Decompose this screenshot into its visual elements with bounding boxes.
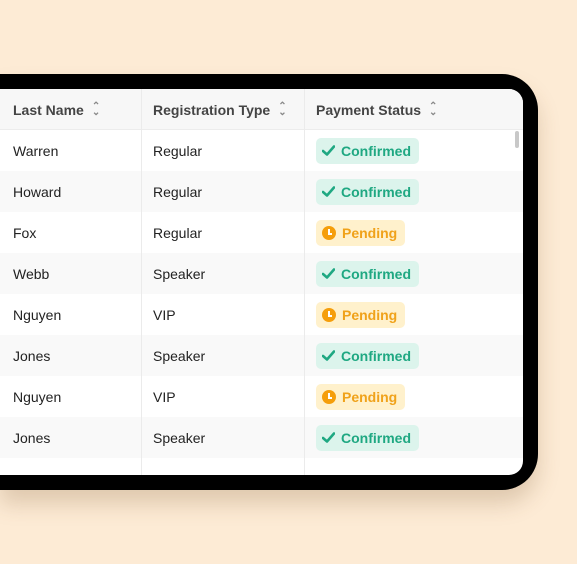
last-name-cell: Nguyen xyxy=(13,388,62,405)
column-header-last-name[interactable]: Last Name ⌃ ⌄ xyxy=(13,89,100,130)
status-badge: Pending xyxy=(316,383,406,410)
table-row[interactable]: Jones Speaker Confirmed xyxy=(0,417,523,458)
check-icon xyxy=(322,350,335,361)
status-label: Confirmed xyxy=(341,347,411,364)
table-header: Last Name ⌃ ⌄ Registration Type ⌃ ⌄ Payment … xyxy=(0,89,523,130)
table-row[interactable]: Fox Regular Pending xyxy=(0,212,523,253)
status-badge: Confirmed xyxy=(316,342,419,369)
column-divider xyxy=(141,89,142,475)
status-label: Pending xyxy=(342,306,398,323)
header-label: Payment Status xyxy=(316,101,422,118)
payment-status-cell: Pending xyxy=(316,294,406,335)
registration-type-cell: Speaker xyxy=(153,429,206,446)
clock-icon xyxy=(322,307,336,322)
last-name-cell: Jones xyxy=(13,429,51,446)
last-name-cell: Warren xyxy=(13,142,59,159)
registration-type-cell: Regular xyxy=(153,142,203,159)
status-badge: Pending xyxy=(316,219,406,246)
last-name-cell: Nguyen xyxy=(13,306,62,323)
registration-type-cell: Regular xyxy=(153,183,203,200)
check-icon xyxy=(322,268,335,279)
last-name-cell: Fox xyxy=(13,224,37,241)
check-icon xyxy=(322,186,335,197)
status-label: Pending xyxy=(342,224,398,241)
registrations-table: Last Name ⌃ ⌄ Registration Type ⌃ ⌄ Payment … xyxy=(0,89,523,475)
table-row[interactable]: Nguyen VIP Pending xyxy=(0,376,523,417)
table-row[interactable]: Howard Regular Confirmed xyxy=(0,171,523,212)
status-badge: Confirmed xyxy=(316,424,419,451)
registration-type-cell: Speaker xyxy=(153,265,206,282)
payment-status-cell: Pending xyxy=(316,212,406,253)
table-row[interactable]: Warren Regular Confirmed xyxy=(0,130,523,171)
clock-icon xyxy=(322,389,336,404)
status-badge: Pending xyxy=(316,301,406,328)
clock-icon xyxy=(322,225,336,240)
payment-status-cell: Confirmed xyxy=(316,171,419,212)
status-label: Confirmed xyxy=(341,142,411,159)
last-name-cell: Howard xyxy=(13,183,62,200)
status-label: Pending xyxy=(342,388,398,405)
table-row[interactable]: Webb Speaker Confirmed xyxy=(0,253,523,294)
column-divider xyxy=(304,89,305,475)
payment-status-cell: Confirmed xyxy=(316,130,419,171)
last-name-cell: Jones xyxy=(13,347,51,364)
status-label: Confirmed xyxy=(341,183,411,200)
status-label: Confirmed xyxy=(341,429,411,446)
registration-type-cell: VIP xyxy=(153,306,176,323)
status-badge: Confirmed xyxy=(316,137,419,164)
status-badge: Confirmed xyxy=(316,260,419,287)
payment-status-cell: Confirmed xyxy=(316,335,419,376)
sort-icon[interactable]: ⌃ ⌄ xyxy=(92,101,100,117)
sort-icon[interactable]: ⌃ ⌄ xyxy=(429,101,437,117)
check-icon xyxy=(322,145,335,156)
status-label: Confirmed xyxy=(341,265,411,282)
registration-type-cell: Regular xyxy=(153,224,203,241)
registration-type-cell: VIP xyxy=(153,388,176,405)
last-name-cell: Webb xyxy=(13,265,50,282)
payment-status-cell: Pending xyxy=(316,376,406,417)
payment-status-cell: Confirmed xyxy=(316,253,419,294)
column-header-payment-status[interactable]: Payment Status ⌃ ⌄ xyxy=(316,89,437,130)
sort-icon[interactable]: ⌃ ⌄ xyxy=(278,101,286,117)
table-row[interactable]: Jones Speaker Confirmed xyxy=(0,335,523,376)
payment-status-cell: Confirmed xyxy=(316,417,419,458)
registration-type-cell: Speaker xyxy=(153,347,206,364)
table-row[interactable]: Nguyen VIP Pending xyxy=(0,294,523,335)
column-header-registration-type[interactable]: Registration Type ⌃ ⌄ xyxy=(153,89,287,130)
scrollbar[interactable] xyxy=(515,131,519,148)
header-label: Last Name xyxy=(13,101,84,118)
status-badge: Confirmed xyxy=(316,178,419,205)
header-label: Registration Type xyxy=(153,101,271,118)
check-icon xyxy=(322,432,335,443)
